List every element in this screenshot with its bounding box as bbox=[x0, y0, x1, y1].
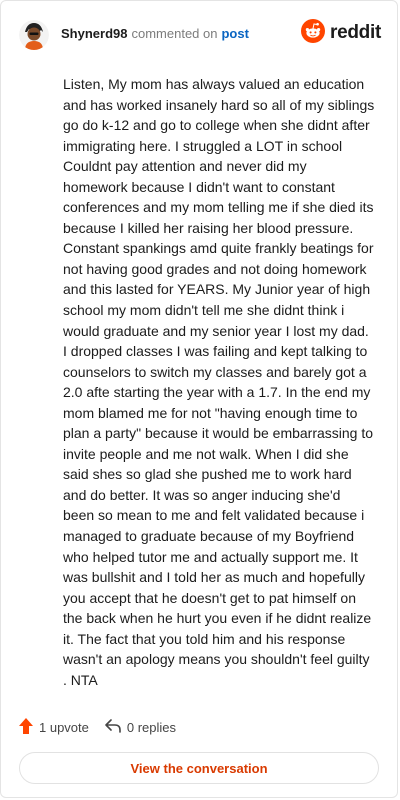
upvote-count: 1 upvote bbox=[39, 720, 89, 735]
post-link[interactable]: post bbox=[221, 26, 248, 41]
upvote-arrow-icon bbox=[19, 718, 33, 737]
replies-button[interactable]: 0 replies bbox=[105, 719, 176, 736]
comment-card: Shynerd98 commented on post reddit Liste… bbox=[0, 0, 398, 798]
comment-footer: 1 upvote 0 replies bbox=[19, 718, 192, 737]
reddit-logo-icon bbox=[301, 18, 326, 48]
reddit-brand[interactable]: reddit bbox=[301, 17, 381, 49]
upvote-button[interactable]: 1 upvote bbox=[19, 718, 89, 737]
user-avatar[interactable] bbox=[19, 20, 49, 50]
comment-body: Listen, My mom has always valued an educ… bbox=[63, 76, 375, 688]
comment-meta: Shynerd98 commented on post bbox=[61, 26, 249, 41]
username[interactable]: Shynerd98 bbox=[61, 26, 127, 41]
replies-count: 0 replies bbox=[126, 720, 177, 735]
reply-arrow-icon bbox=[105, 719, 121, 736]
comment-verb: commented on bbox=[131, 25, 218, 41]
comment-header: Shynerd98 commented on post reddit bbox=[19, 17, 381, 53]
view-conversation-button[interactable]: View the conversation bbox=[19, 752, 379, 784]
reddit-wordmark: reddit bbox=[330, 22, 381, 43]
